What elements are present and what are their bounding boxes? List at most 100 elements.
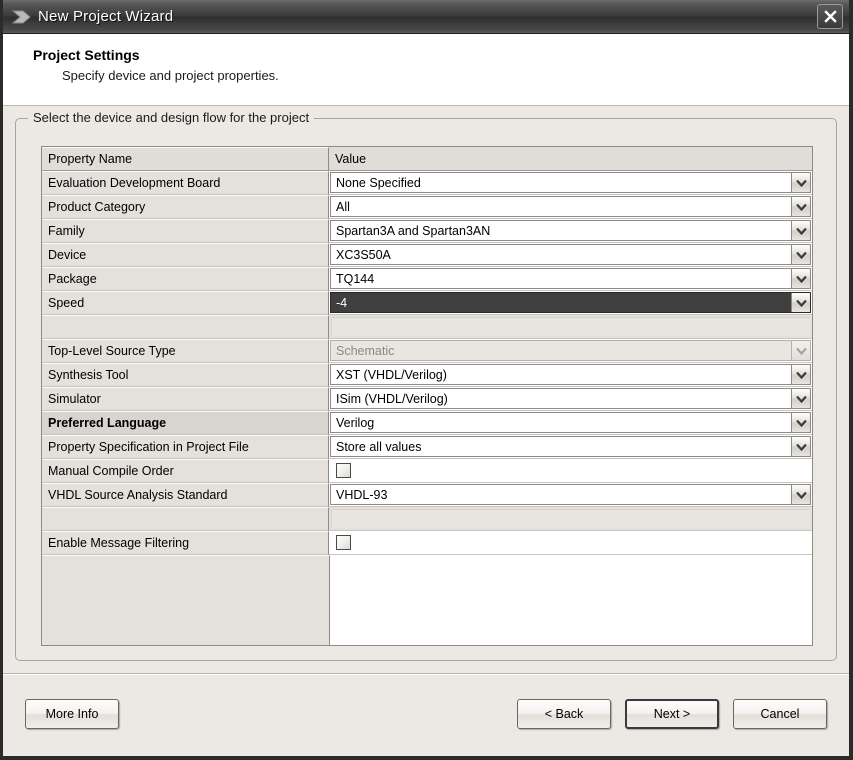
spacer-inner bbox=[331, 509, 810, 528]
value-combobox[interactable]: None Specified bbox=[330, 172, 811, 193]
combobox-dropdown-arrow[interactable] bbox=[791, 173, 810, 192]
titlebar: New Project Wizard bbox=[3, 0, 849, 34]
value-combobox[interactable]: All bbox=[330, 196, 811, 217]
row-name-cell[interactable]: Simulator bbox=[42, 387, 329, 411]
table-row: Evaluation Development Board None Specifi… bbox=[42, 171, 812, 195]
dialog-body: Select the device and design flow for th… bbox=[3, 106, 849, 673]
table-row bbox=[42, 507, 812, 531]
value-combobox[interactable]: XST (VHDL/Verilog) bbox=[330, 364, 811, 385]
row-name-cell[interactable]: Package bbox=[42, 267, 329, 291]
row-value-cell bbox=[329, 531, 812, 555]
combobox-dropdown-arrow[interactable] bbox=[791, 413, 810, 432]
row-value-cell: Verilog bbox=[329, 411, 812, 435]
close-icon bbox=[823, 10, 837, 23]
value-combobox[interactable]: XC3S50A bbox=[330, 244, 811, 265]
page-header: Project Settings Specify device and proj… bbox=[3, 34, 849, 106]
row-name-cell[interactable]: VHDL Source Analysis Standard bbox=[42, 483, 329, 507]
combobox-value: All bbox=[336, 199, 350, 214]
table-row: Enable Message Filtering bbox=[42, 531, 812, 555]
row-value-cell: Store all values bbox=[329, 435, 812, 459]
row-name-cell[interactable]: Product Category bbox=[42, 195, 329, 219]
combobox-dropdown-arrow[interactable] bbox=[791, 437, 810, 456]
combobox-value: VHDL-93 bbox=[336, 487, 388, 502]
next-button[interactable]: Next > bbox=[625, 698, 719, 729]
combobox-value: TQ144 bbox=[336, 271, 375, 286]
property-table: Property Name Value Evaluation Developme… bbox=[41, 146, 813, 646]
table-rows: Evaluation Development Board None Specifi… bbox=[42, 171, 812, 555]
combobox-dropdown-arrow[interactable] bbox=[791, 365, 810, 384]
combobox-dropdown-arrow[interactable] bbox=[791, 389, 810, 408]
value-combobox[interactable]: Store all values bbox=[330, 436, 811, 457]
filler-name-cell bbox=[42, 555, 330, 645]
row-name-spacer bbox=[42, 507, 329, 531]
combobox-value: Schematic bbox=[336, 343, 395, 358]
table-row: Property Specification in Project File St… bbox=[42, 435, 812, 459]
window-title: New Project Wizard bbox=[38, 8, 174, 25]
row-name-cell[interactable]: Device bbox=[42, 243, 329, 267]
chevron-down-icon bbox=[795, 371, 807, 379]
chevron-down-icon bbox=[795, 419, 807, 427]
combobox-dropdown-arrow[interactable] bbox=[791, 293, 810, 312]
value-combobox[interactable]: TQ144 bbox=[330, 268, 811, 289]
chevron-down-icon bbox=[795, 347, 807, 355]
combobox-dropdown-arrow[interactable] bbox=[791, 197, 810, 216]
value-checkbox[interactable] bbox=[336, 463, 351, 478]
button-bar: More Info < Back Next > Cancel bbox=[3, 673, 849, 753]
chevron-down-icon bbox=[795, 203, 807, 211]
table-row: Manual Compile Order bbox=[42, 459, 812, 483]
row-value-cell: Schematic bbox=[329, 339, 812, 363]
table-row: Synthesis Tool XST (VHDL/Verilog) bbox=[42, 363, 812, 387]
table-row: Preferred Language Verilog bbox=[42, 411, 812, 435]
chevron-down-icon bbox=[795, 491, 807, 499]
value-combobox[interactable]: Spartan3A and Spartan3AN bbox=[330, 220, 811, 241]
combobox-value: Spartan3A and Spartan3AN bbox=[336, 223, 491, 238]
more-info-button[interactable]: More Info bbox=[25, 698, 119, 729]
table-row: VHDL Source Analysis Standard VHDL-93 bbox=[42, 483, 812, 507]
value-checkbox[interactable] bbox=[336, 535, 351, 550]
row-value-cell: XC3S50A bbox=[329, 243, 812, 267]
row-name-cell[interactable]: Evaluation Development Board bbox=[42, 171, 329, 195]
row-name-cell[interactable]: Synthesis Tool bbox=[42, 363, 329, 387]
row-name-cell[interactable]: Manual Compile Order bbox=[42, 459, 329, 483]
table-row: Package TQ144 bbox=[42, 267, 812, 291]
value-combobox[interactable]: Verilog bbox=[330, 412, 811, 433]
cancel-button[interactable]: Cancel bbox=[733, 698, 827, 729]
row-value-cell bbox=[329, 459, 812, 483]
table-row: Simulator ISim (VHDL/Verilog) bbox=[42, 387, 812, 411]
table-header-row: Property Name Value bbox=[42, 147, 812, 171]
page-title: Project Settings bbox=[33, 47, 140, 63]
combobox-dropdown-arrow[interactable] bbox=[791, 485, 810, 504]
table-row: Device XC3S50A bbox=[42, 243, 812, 267]
chevron-down-icon bbox=[795, 251, 807, 259]
groupbox-legend: Select the device and design flow for th… bbox=[28, 110, 315, 125]
table-row: Family Spartan3A and Spartan3AN bbox=[42, 219, 812, 243]
chevron-down-icon bbox=[795, 179, 807, 187]
row-name-cell[interactable]: Preferred Language bbox=[42, 411, 329, 435]
combobox-value: ISim (VHDL/Verilog) bbox=[336, 391, 448, 406]
device-settings-groupbox: Select the device and design flow for th… bbox=[15, 110, 837, 661]
row-name-cell[interactable]: Top-Level Source Type bbox=[42, 339, 329, 363]
combobox-value: XC3S50A bbox=[336, 247, 391, 262]
combobox-dropdown-arrow[interactable] bbox=[791, 245, 810, 264]
row-name-cell[interactable]: Speed bbox=[42, 291, 329, 315]
row-name-cell[interactable]: Property Specification in Project File bbox=[42, 435, 329, 459]
value-combobox[interactable]: ISim (VHDL/Verilog) bbox=[330, 388, 811, 409]
row-name-cell[interactable]: Enable Message Filtering bbox=[42, 531, 329, 555]
combobox-dropdown-arrow[interactable] bbox=[791, 221, 810, 240]
combobox-value: XST (VHDL/Verilog) bbox=[336, 367, 447, 382]
row-value-cell: XST (VHDL/Verilog) bbox=[329, 363, 812, 387]
row-name-cell[interactable]: Family bbox=[42, 219, 329, 243]
table-row: Speed -4 bbox=[42, 291, 812, 315]
combobox-dropdown-arrow[interactable] bbox=[791, 269, 810, 288]
value-combobox[interactable]: VHDL-93 bbox=[330, 484, 811, 505]
back-button[interactable]: < Back bbox=[517, 698, 611, 729]
filler-value-cell bbox=[330, 555, 812, 645]
row-value-cell: Spartan3A and Spartan3AN bbox=[329, 219, 812, 243]
new-project-wizard-dialog: New Project Wizard Project Settings Spec… bbox=[0, 0, 853, 760]
row-value-cell: VHDL-93 bbox=[329, 483, 812, 507]
chevron-down-icon bbox=[795, 275, 807, 283]
value-combobox[interactable]: -4 bbox=[330, 292, 811, 313]
close-button[interactable] bbox=[817, 4, 843, 29]
row-value-cell: ISim (VHDL/Verilog) bbox=[329, 387, 812, 411]
table-row: Product Category All bbox=[42, 195, 812, 219]
